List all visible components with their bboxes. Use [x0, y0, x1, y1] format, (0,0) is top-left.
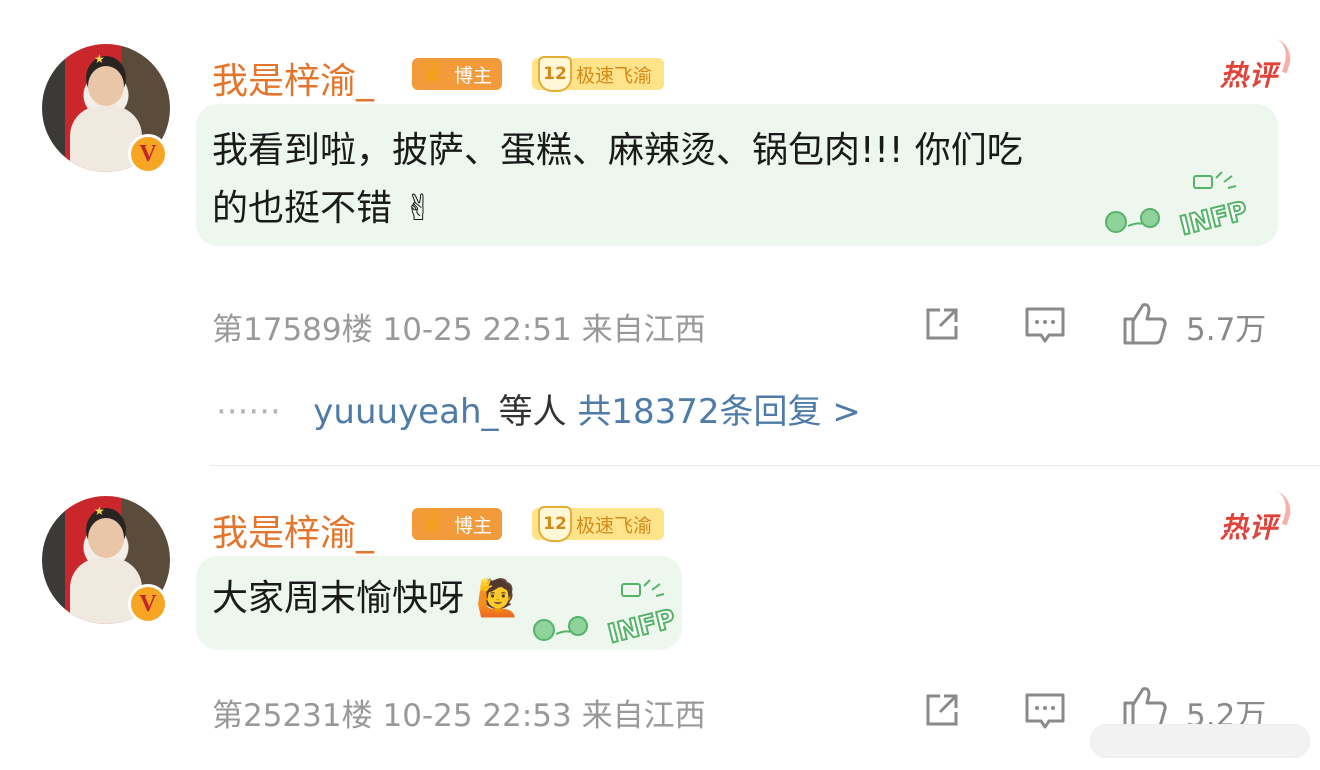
share-button[interactable]: [920, 688, 964, 732]
like-button[interactable]: [1120, 298, 1170, 348]
star-icon: ★: [94, 52, 105, 66]
crown-icon: ♛: [418, 504, 446, 540]
fan-badge[interactable]: 12 极速飞渝: [532, 56, 665, 92]
username[interactable]: 我是梓渝_: [212, 504, 374, 556]
fan-badge-label: 极速飞渝: [576, 514, 653, 537]
blogger-badge[interactable]: ♛ 博主: [412, 55, 503, 90]
reply-others: 等人: [498, 392, 567, 432]
comment-bubble: 我看到啦，披萨、蛋糕、麻辣烫、锅包肉!!! 你们吃 的也挺不错 ✌ INFP: [196, 104, 1278, 246]
crown-icon: ♛: [418, 54, 446, 90]
comment-meta: 第25231楼 10-25 22:53 来自江西: [212, 698, 706, 734]
comment-button[interactable]: [1022, 688, 1068, 734]
blogger-badge-label: 博主: [454, 514, 493, 537]
username[interactable]: 我是梓渝_: [212, 52, 374, 104]
comment-meta: 第17589楼 10-25 22:51 来自江西: [212, 312, 706, 348]
infp-sticker-icon: INFP: [533, 579, 679, 648]
like-count: 5.7万: [1186, 312, 1267, 348]
comment-icon: [1025, 307, 1065, 343]
fan-level-icon: 12: [538, 56, 572, 92]
replies-prefix: ······: [216, 392, 281, 432]
share-icon: [926, 308, 958, 340]
blogger-badge-label: 博主: [454, 64, 493, 87]
comment-item: ★ V 我是梓渝_ ♛ 博主 12 极速飞渝 热评 我看到啦，披萨、蛋糕、麻辣烫…: [0, 0, 1320, 466]
comment-icon: [1025, 693, 1065, 729]
hot-comment-label: 热评: [1220, 54, 1278, 94]
verified-v-icon: V: [128, 134, 168, 174]
share-icon: [926, 694, 958, 726]
infp-sticker-icon: INFP: [1105, 171, 1251, 240]
blogger-badge[interactable]: ♛ 博主: [412, 505, 503, 540]
infp-sticker-text: INFP: [1177, 196, 1250, 240]
fan-level-icon: 12: [538, 506, 572, 542]
comment-text-content: 大家周末愉快呀: [212, 578, 465, 619]
thumbs-up-icon: [1123, 303, 1167, 345]
comment-button[interactable]: [1022, 302, 1068, 348]
infp-sticker-text: INFP: [605, 604, 678, 648]
replies-link[interactable]: ······ yuuuyeah_等人 共18372条回复 >: [216, 384, 861, 433]
scroll-indicator[interactable]: [1090, 724, 1310, 758]
star-icon: ★: [94, 504, 105, 518]
comment-text-content: 我看到啦，披萨、蛋糕、麻辣烫、锅包肉!!! 你们吃 的也挺不错: [212, 130, 1023, 229]
share-button[interactable]: [920, 302, 964, 346]
waving-person-emoji: 🙋: [475, 578, 521, 619]
fan-badge[interactable]: 12 极速飞渝: [532, 506, 665, 542]
verified-v-icon: V: [128, 584, 168, 624]
avatar-head: [88, 66, 124, 106]
avatar-head: [88, 518, 124, 558]
reply-user[interactable]: yuuuyeah_: [313, 392, 498, 432]
reply-count[interactable]: 共18372条回复 >: [577, 392, 860, 432]
comment-bubble: 大家周末愉快呀 🙋 INFP: [196, 556, 682, 650]
hot-comment-label: 热评: [1220, 506, 1278, 546]
fan-badge-label: 极速飞渝: [576, 64, 653, 87]
victory-hand-emoji: ✌: [403, 188, 434, 229]
